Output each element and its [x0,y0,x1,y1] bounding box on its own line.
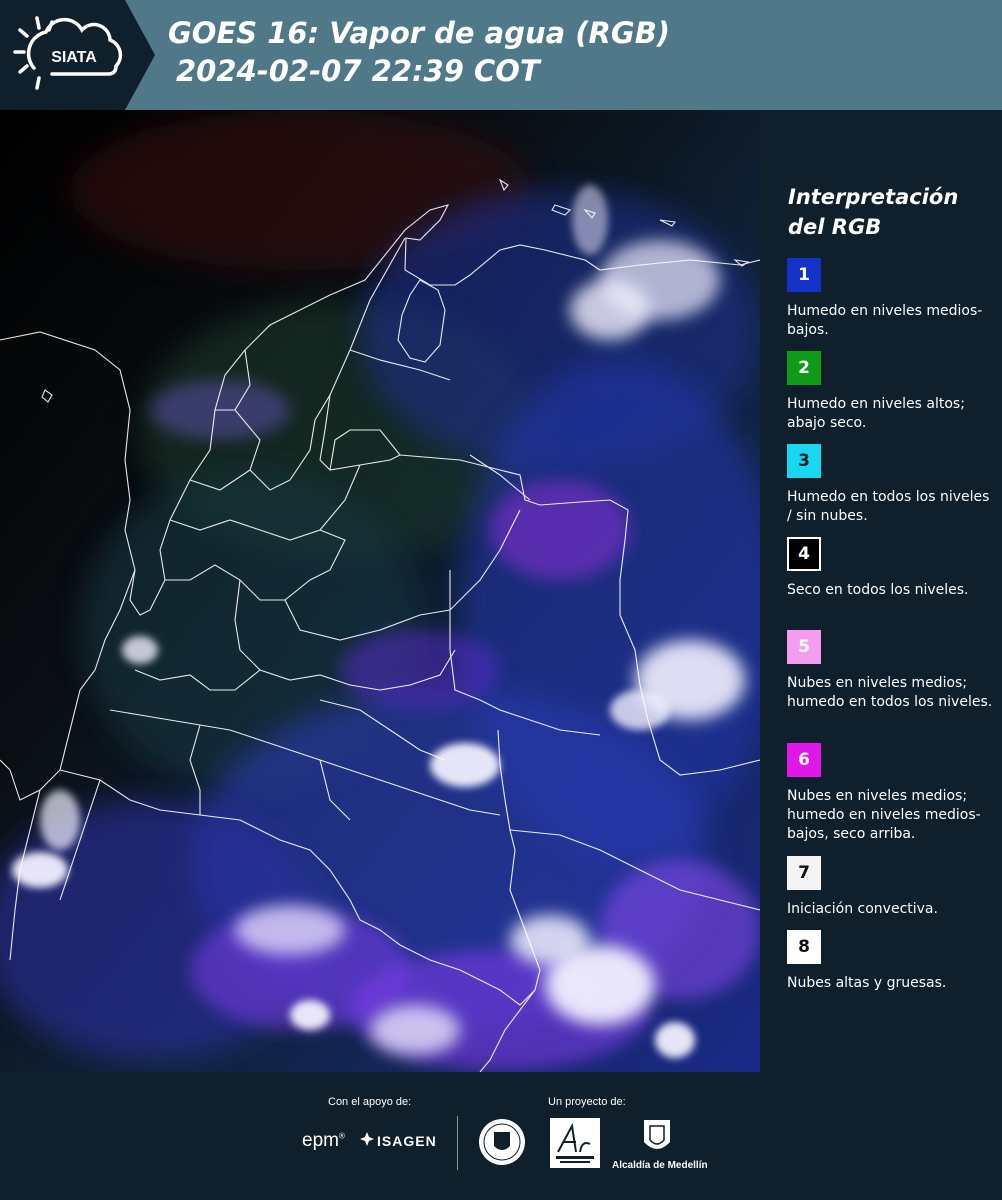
legend-item-2: 2 Humedo en niveles altos; abajo seco. [787,351,997,433]
logo-block: SIATA [0,0,155,110]
legend-text-5: Nubes en niveles medios; humedo en todos… [787,675,993,710]
epm-logo-text: epm [302,1130,339,1151]
alcaldia-text: Alcaldía de Medellín [612,1160,708,1171]
legend-text-8: Nubes altas y gruesas. [787,975,947,991]
title-timestamp: 2024-02-07 22:39 COT [176,54,540,88]
satellite-image [0,110,760,1072]
legend-swatch-7: 7 [787,856,821,890]
legend-item-4: 4 Seco en todos los niveles. [787,537,997,600]
project-label: Un proyecto de: [548,1096,626,1108]
footer-divider [457,1116,458,1170]
antioquia-seal-icon [479,1119,525,1165]
header-bar: SIATA GOES 16: Vapor de agua (RGB) 2024-… [0,0,1002,110]
isagen-icon [360,1132,374,1146]
legend-text-4: Seco en todos los niveles. [787,582,969,598]
legend-title-line-2: del RGB [788,215,882,239]
logo-text: SIATA [51,49,97,66]
alcaldia-shield-icon [644,1120,670,1149]
legend-swatch-2: 2 [787,351,821,385]
legend-swatch-8: 8 [787,930,821,964]
legend-text-1: Humedo en niveles medios-bajos. [787,303,983,338]
footer: Con el apoyo de: Un proyecto de: epm® IS… [0,1072,1002,1200]
siata-logo-icon: SIATA [13,16,123,90]
area-metropolitana-icon [556,1122,594,1163]
title-line-1: GOES 16: Vapor de agua (RGB) [168,16,671,50]
legend-swatch-1: 1 [787,258,821,292]
isagen-logo-text: ISAGEN [377,1133,437,1149]
legend-swatch-6: 6 [787,743,821,777]
legend-swatch-5: 5 [787,630,821,664]
legend-item-7: 7 Iniciación convectiva. [787,856,997,919]
legend-item-8: 8 Nubes altas y gruesas. [787,930,997,993]
rgb-legend: Interpretación del RGB 1 Humedo en nivel… [760,110,1002,1072]
epm-logo: epm® [302,1130,345,1151]
support-label: Con el apoyo de: [328,1096,412,1108]
legend-swatch-3: 3 [787,444,821,478]
legend-item-1: 1 Humedo en niveles medios-bajos. [787,258,997,340]
isagen-logo: ISAGEN [360,1132,437,1149]
page-title: GOES 16: Vapor de agua (RGB) 2024-02-07 … [168,14,670,90]
legend-item-5: 5 Nubes en niveles medios; humedo en tod… [787,630,997,712]
legend-title: Interpretación del RGB [788,182,988,242]
legend-item-6: 6 Nubes en niveles medios; humedo en niv… [787,743,997,844]
legend-text-7: Iniciación convectiva. [787,901,938,917]
legend-item-3: 3 Humedo en todos los niveles / sin nube… [787,444,997,526]
legend-title-line-1: Interpretación [788,185,959,209]
legend-swatch-4: 4 [787,537,821,571]
water-vapor-map [0,110,760,1072]
legend-text-6: Nubes en niveles medios; humedo en nivel… [787,788,981,842]
legend-text-3: Humedo en todos los niveles / sin nubes. [787,489,990,524]
area-metropolitana-logo [550,1118,600,1168]
legend-text-2: Humedo en niveles altos; abajo seco. [787,396,965,431]
